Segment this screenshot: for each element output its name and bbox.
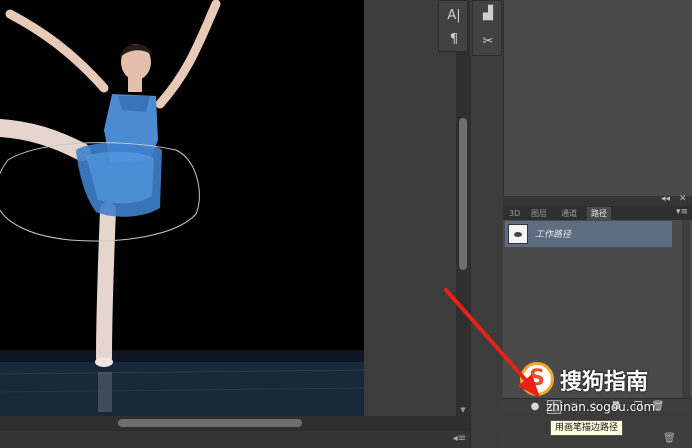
vertical-scroll-thumb[interactable]: [459, 118, 467, 270]
tool-options-icon[interactable]: ✂: [477, 31, 499, 53]
path-thumbnail-icon: [508, 224, 528, 244]
horizontal-scroll-thumb[interactable]: [118, 419, 302, 427]
panel-dock-column: [470, 56, 502, 448]
upper-panel: [503, 0, 692, 196]
scroll-down-arrow-icon[interactable]: ▼: [459, 406, 467, 414]
photoshop-window: ▼ ◂≡ A| ¶ ▟ ✂ ◂◂ ✕ 3D 图层 通道 路径 ▾≡ 工作路径 ●…: [0, 0, 692, 448]
close-icon[interactable]: ✕: [679, 194, 687, 204]
horizontal-scrollbar[interactable]: [0, 416, 470, 430]
stroke-path-tooltip: 用画笔描边路径: [550, 420, 624, 436]
document-canvas[interactable]: [0, 0, 364, 416]
tab-layers[interactable]: 图层: [527, 207, 551, 220]
canvas-workspace: [364, 0, 456, 416]
collapse-icon[interactable]: ◂◂: [661, 194, 670, 204]
paragraph-icon[interactable]: ¶: [443, 29, 465, 51]
panel-menu-icon[interactable]: ◂≡: [453, 433, 466, 444]
watermark-url: zhinan.sogou.com: [546, 400, 656, 414]
status-bar: ◂≡: [0, 430, 470, 448]
typography-icon-strip: A| ¶: [438, 0, 468, 52]
character-icon[interactable]: A|: [443, 5, 465, 27]
panel-tabs: 3D 图层 通道 路径 ▾≡: [503, 206, 692, 220]
vertical-scrollbar[interactable]: ▼: [456, 0, 470, 416]
sogou-logo-icon: S: [520, 362, 554, 396]
path-item-work-path[interactable]: 工作路径: [505, 221, 672, 247]
panel-options-icon[interactable]: ▾≡: [676, 206, 688, 219]
tab-3d[interactable]: 3D: [505, 207, 524, 220]
sogou-watermark: S 搜狗指南 zhinan.sogou.com: [516, 360, 686, 424]
trash-icon[interactable]: 🗑: [663, 433, 676, 444]
path-name: 工作路径: [535, 230, 572, 240]
tab-paths[interactable]: 路径: [587, 207, 611, 220]
brush-preset-icon[interactable]: ▟: [477, 3, 499, 25]
tab-channels[interactable]: 通道: [557, 207, 581, 220]
panel-header-bar: ◂◂ ✕: [503, 194, 692, 206]
tools-icon-strip: ▟ ✂: [472, 0, 502, 56]
watermark-brand: 搜狗指南: [560, 370, 649, 395]
ballet-photo: [0, 0, 364, 416]
